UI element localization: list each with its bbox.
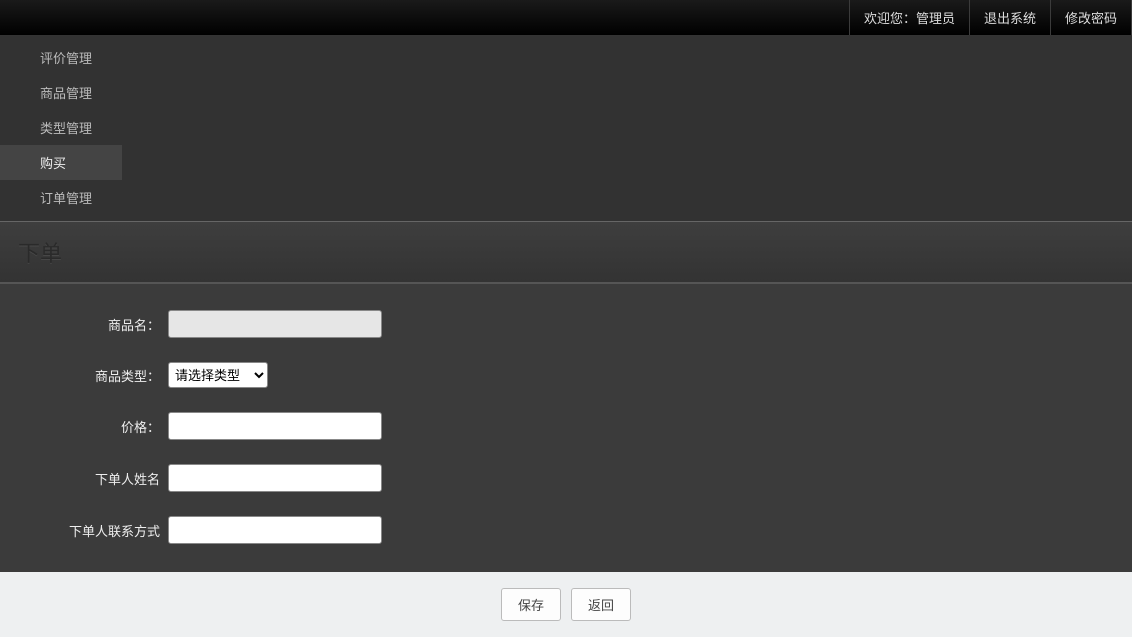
- nav-item-orders[interactable]: 订单管理: [0, 180, 122, 215]
- welcome-text: 欢迎您：管理员: [849, 0, 969, 35]
- topbar: 欢迎您：管理员 退出系统 修改密码: [0, 0, 1132, 36]
- buyer-name-label: 下单人姓名: [0, 469, 168, 488]
- product-name-label: 商品名：: [0, 315, 168, 334]
- page-header: 下单: [0, 221, 1132, 283]
- buyer-contact-label: 下单人联系方式: [0, 521, 168, 540]
- nav-item-buy[interactable]: 购买: [0, 145, 122, 180]
- nav-item-reviews[interactable]: 评价管理: [0, 40, 122, 75]
- buyer-name-input[interactable]: [168, 464, 382, 492]
- nav-item-products[interactable]: 商品管理: [0, 75, 122, 110]
- product-type-label: 商品类型：: [0, 366, 168, 385]
- back-button[interactable]: 返回: [571, 588, 631, 621]
- nav-item-types[interactable]: 类型管理: [0, 110, 122, 145]
- side-nav: 评价管理 商品管理 类型管理 购买 订单管理: [0, 36, 1132, 221]
- price-label: 价格：: [0, 417, 168, 436]
- footer-actions: 保存 返回: [0, 572, 1132, 637]
- buyer-contact-input[interactable]: [168, 516, 382, 544]
- change-password-link[interactable]: 修改密码: [1050, 0, 1132, 35]
- product-name-input[interactable]: [168, 310, 382, 338]
- product-type-select[interactable]: 请选择类型: [168, 362, 268, 388]
- price-input[interactable]: [168, 412, 382, 440]
- order-form: 商品名： 商品类型： 请选择类型 价格： 下单人姓名 下单人联系方式: [0, 283, 1132, 572]
- page-title: 下单: [18, 236, 1114, 268]
- save-button[interactable]: 保存: [501, 588, 561, 621]
- logout-link[interactable]: 退出系统: [969, 0, 1050, 35]
